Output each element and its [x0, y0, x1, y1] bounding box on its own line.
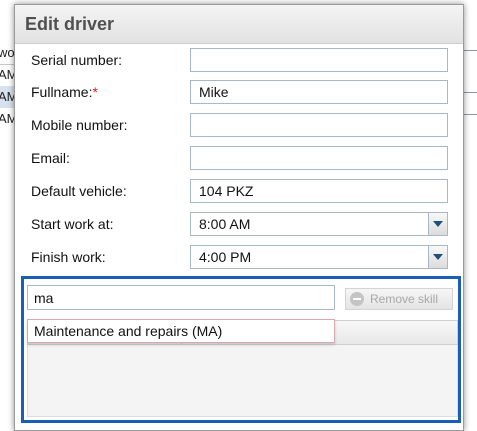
serial-number-row: Serial number: — [15, 48, 465, 74]
email-input[interactable] — [190, 146, 448, 170]
background-cell: AM — [0, 111, 14, 126]
background-cell: AM — [0, 67, 14, 82]
finish-work-label: Finish work: — [31, 249, 106, 265]
mobile-number-label: Mobile number: — [31, 117, 128, 133]
minus-circle-icon — [350, 292, 364, 306]
start-work-dropdown-button[interactable] — [428, 213, 447, 235]
required-marker: * — [92, 84, 98, 100]
remove-skill-button[interactable]: Remove skill — [345, 288, 453, 310]
finish-work-select[interactable]: 4:00 PM — [190, 245, 448, 269]
background-cell: wo — [0, 45, 14, 60]
background-grid: wo AM AM AM — [0, 42, 14, 152]
fullname-input[interactable]: Mike — [190, 80, 448, 104]
default-vehicle-label: Default vehicle: — [31, 183, 127, 199]
dialog-header[interactable]: Edit driver — [15, 5, 463, 44]
skill-suggestion-item[interactable]: Maintenance and repairs (MA) — [34, 323, 222, 339]
background-cell: AM — [0, 89, 14, 104]
background-line — [463, 114, 477, 115]
skill-suggestion-list: Maintenance and repairs (MA) — [27, 319, 335, 343]
serial-number-input[interactable] — [190, 48, 448, 72]
skills-grid-body — [27, 345, 458, 417]
email-label: Email: — [31, 150, 70, 166]
skill-search-input[interactable]: ma — [27, 285, 335, 310]
fullname-label-text: Fullname: — [31, 84, 93, 100]
edit-driver-dialog: Edit driver Serial number: Fullname:* Mi… — [14, 4, 464, 431]
background-row: AM — [0, 64, 14, 86]
email-row: Email: — [15, 146, 465, 172]
finish-work-dropdown-button[interactable] — [428, 246, 447, 268]
start-work-value: 8:00 AM — [199, 216, 251, 232]
start-work-label: Start work at: — [31, 216, 114, 232]
default-vehicle-input[interactable]: 104 PKZ — [190, 179, 448, 203]
finish-work-value: 4:00 PM — [199, 249, 252, 265]
chevron-down-icon — [433, 221, 443, 227]
finish-work-row: Finish work: 4:00 PM — [15, 245, 465, 271]
mobile-number-input[interactable] — [190, 113, 448, 137]
mobile-number-row: Mobile number: — [15, 113, 465, 139]
skills-panel: ma Remove skill Maintenance and repairs … — [21, 276, 461, 423]
fullname-row: Fullname:* Mike — [15, 80, 465, 106]
start-work-row: Start work at: 8:00 AM — [15, 212, 465, 238]
remove-skill-label: Remove skill — [370, 292, 439, 306]
default-vehicle-row: Default vehicle: 104 PKZ — [15, 179, 465, 205]
background-row: AM — [0, 86, 14, 108]
fullname-label: Fullname:* — [31, 84, 98, 100]
chevron-down-icon — [433, 254, 443, 260]
start-work-select[interactable]: 8:00 AM — [190, 212, 448, 236]
dialog-title: Edit driver — [25, 14, 115, 34]
serial-number-label: Serial number: — [31, 52, 123, 68]
background-line — [463, 50, 477, 51]
background-line — [463, 92, 477, 93]
background-row: wo — [0, 42, 14, 65]
background-row: AM — [0, 108, 14, 130]
